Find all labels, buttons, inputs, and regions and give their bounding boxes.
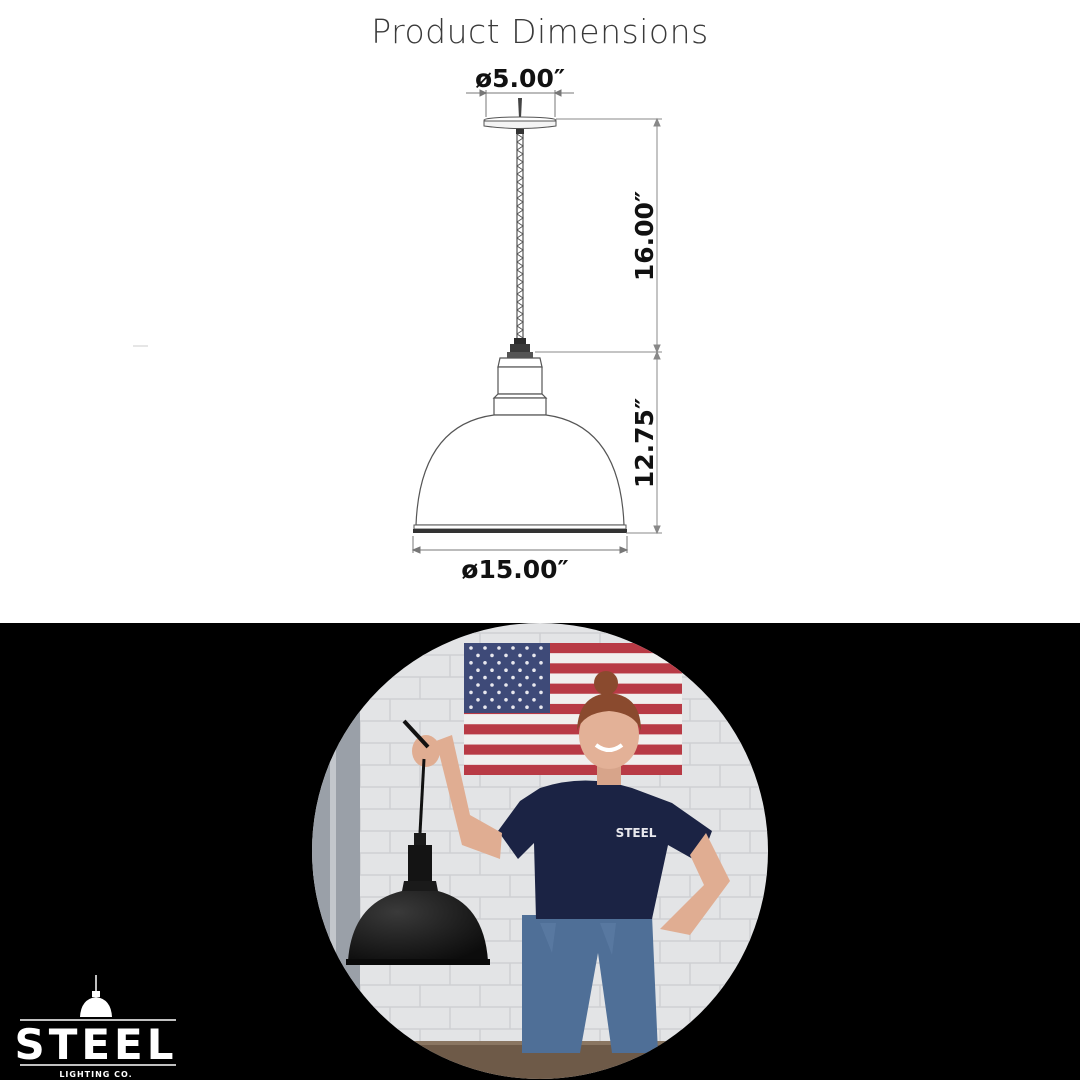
canopy-diameter-label: ø5.00″: [475, 64, 565, 93]
canopy: [483, 98, 557, 134]
brand-logo: STEEL LIGHTING CO.: [14, 975, 177, 1079]
shade-diameter-dimension: [411, 536, 629, 554]
cord: [516, 133, 524, 343]
socket: [507, 338, 533, 358]
shade-height-label: 12.75″: [630, 398, 659, 488]
lamp-dimension-drawing: ø5.00″ ø15.00″ 16.00″ 12.75″: [133, 64, 662, 584]
logo-subtitle: LIGHTING CO.: [59, 1070, 132, 1079]
american-flag: [464, 643, 682, 775]
dimension-panel: Product Dimensions ø5.00″ ø15.00″ 16.00″…: [0, 0, 1080, 623]
shade-diameter-label: ø15.00″: [461, 555, 568, 584]
shade-dome: [413, 414, 627, 533]
shirt-logo-text: STEEL: [616, 826, 657, 840]
logo-lamp-icon: [20, 975, 176, 1021]
cord-length-label: 16.00″: [630, 191, 659, 281]
photo-panel: STEEL STEEL LIGHTING CO.: [0, 623, 1080, 1080]
photo-circle: STEEL: [312, 623, 768, 1079]
shade-neck: [492, 357, 548, 416]
logo-wordmark: STEEL: [14, 1020, 177, 1069]
